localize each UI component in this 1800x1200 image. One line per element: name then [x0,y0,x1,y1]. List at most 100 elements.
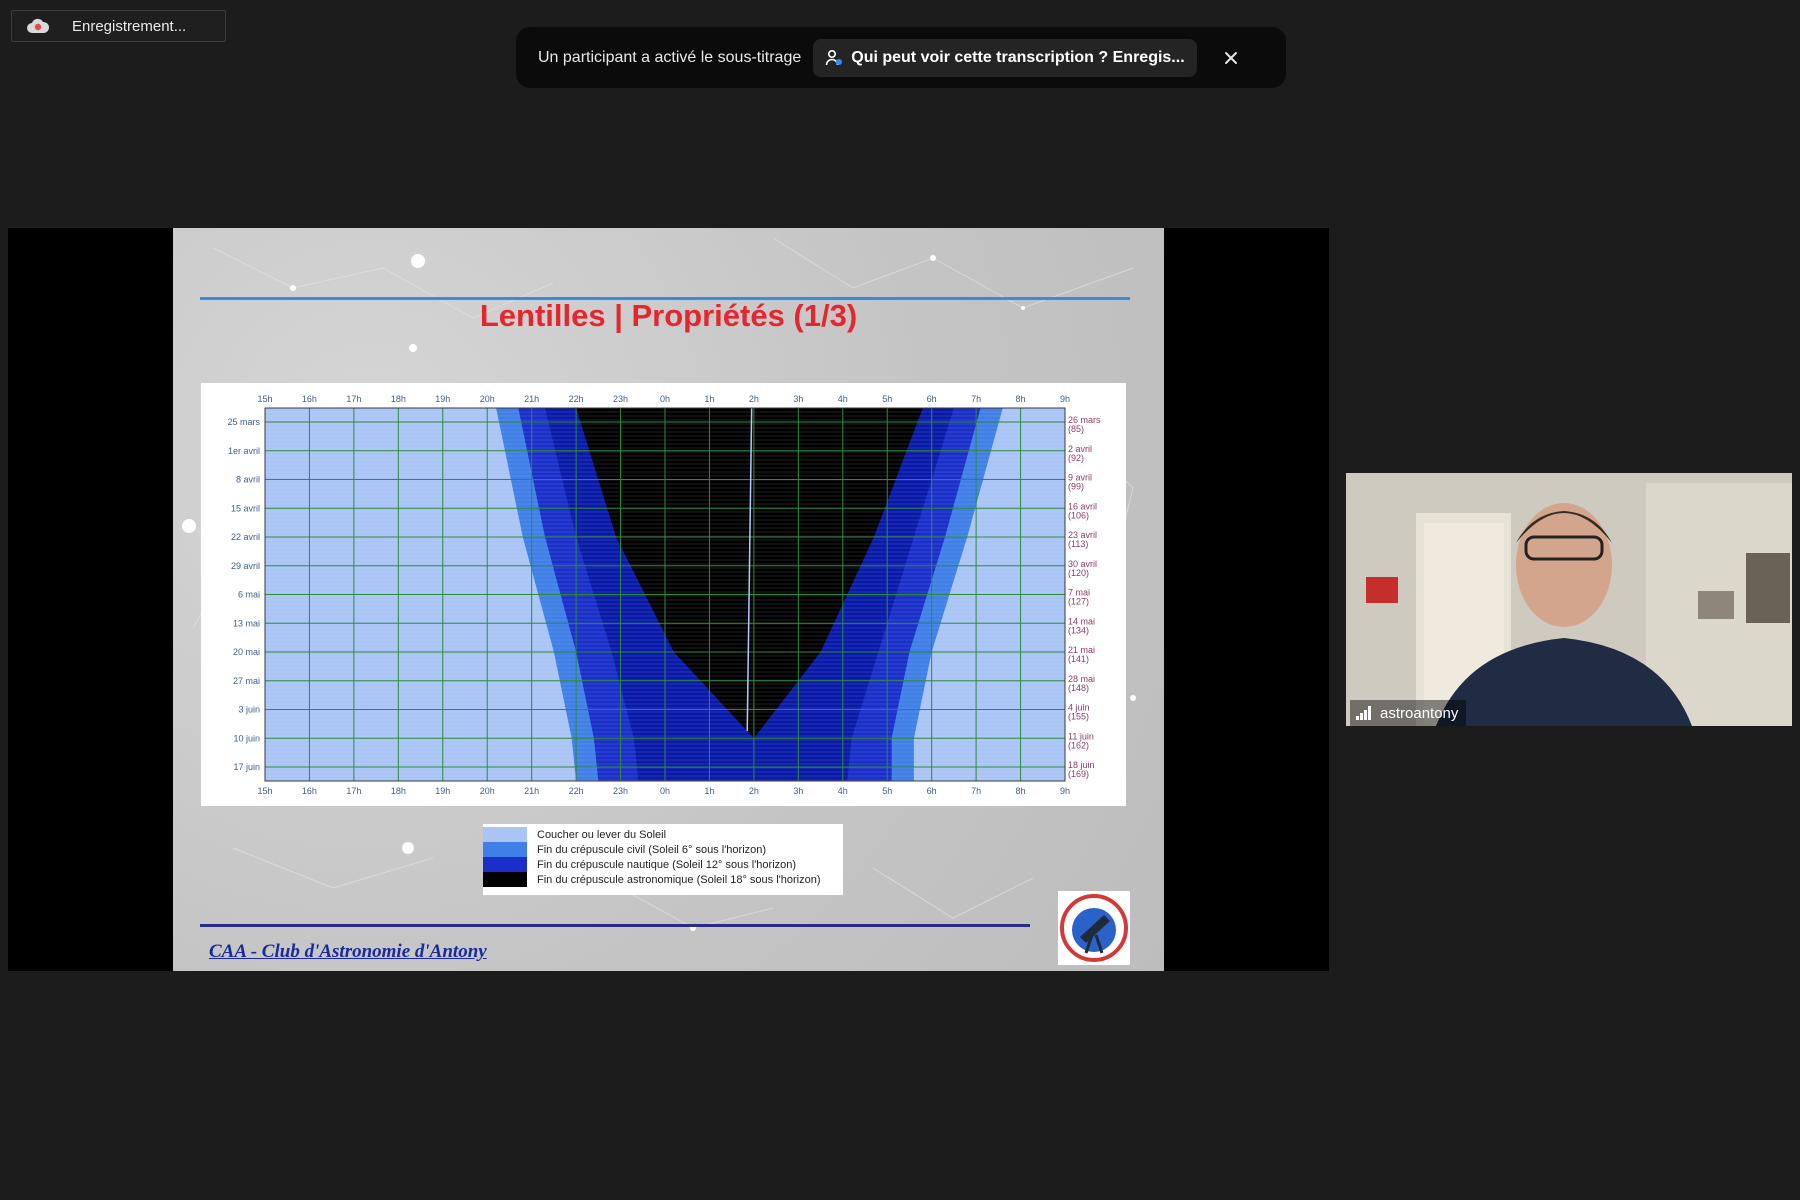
presentation-slide: Lentilles | Propriétés (1/3) 15h 16h 17h 18… [173,228,1164,971]
twilight-chart: 15h 16h 17h 18h 19h 20h 21h 22h 23h 0h 1h 2h 3h 4h 5h 6… [201,383,1126,806]
date-label-left: 25 mars [227,417,260,427]
day-number-label: (113) [1068,539,1088,549]
day-number-label: (92) [1068,453,1084,463]
hour-label-bottom: 21h [524,786,539,796]
hour-label-bottom: 6h [927,786,937,796]
hour-label-bottom: 22h [569,786,584,796]
hour-label-top: 9h [1060,394,1070,404]
participant-video-tile[interactable]: astroantony [1346,473,1792,726]
participant-name: astroantony [1380,704,1459,722]
hour-label-top: 19h [435,394,450,404]
day-number-label: (155) [1068,712,1089,722]
date-label-left: 17 juin [233,762,260,772]
club-footer-link[interactable]: CAA - Club d'Astronomie d'Antony [209,941,487,963]
footer-rule [200,924,1030,927]
date-label-left: 15 avril [231,503,260,513]
legend-swatch [483,857,527,872]
transcript-visibility-button[interactable]: Qui peut voir cette transcription ? Enre… [813,38,1197,77]
hour-label-top: 3h [793,394,803,404]
date-label-left: 1er avril [228,446,260,456]
caption-notification: Un participant a activé le sous-titrage … [516,27,1286,88]
legend-label: Fin du crépuscule civil (Soleil 6° sous … [537,843,767,856]
notification-message: Un participant a activé le sous-titrage [538,48,802,66]
hour-label-top: 18h [391,394,406,404]
day-number-label: (85) [1068,424,1084,434]
hour-label-bottom: 4h [838,786,848,796]
day-number-label: (127) [1068,597,1089,607]
day-number-label: (120) [1068,568,1089,578]
twilight-chart-svg: 15h 16h 17h 18h 19h 20h 21h 22h 23h 0h 1h 2h 3h 4h 5h 6… [227,394,1101,796]
telescope-logo-icon [1060,894,1128,962]
hour-label-top: 17h [346,394,361,404]
day-number-label: (169) [1068,769,1089,779]
date-label-left: 8 avril [236,475,260,485]
hour-label-top: 8h [1016,394,1026,404]
legend-swatch [483,827,527,842]
date-label-left: 20 mai [233,647,260,657]
hour-label-top: 5h [882,394,892,404]
date-label-left: 13 mai [233,618,260,628]
participant-video-frame [1346,473,1792,726]
hour-label-top: 6h [927,394,937,404]
hour-label-bottom: 23h [613,786,628,796]
hour-label-bottom: 5h [882,786,892,796]
hour-label-bottom: 15h [257,786,272,796]
transcript-visibility-label: Qui peut voir cette transcription ? Enre… [851,48,1185,66]
signal-strength-icon [1356,706,1371,720]
legend-item: Fin du crépuscule civil (Soleil 6° sous … [483,842,766,857]
legend-label: Fin du crépuscule nautique (Soleil 12° s… [537,858,797,871]
legend-item: Coucher ou lever du Soleil [483,827,666,842]
hour-label-top: 1h [704,394,714,404]
hour-label-bottom: 19h [435,786,450,796]
date-label-left: 3 juin [238,705,260,715]
hour-label-bottom: 17h [346,786,361,796]
hour-label-top: 0h [660,394,670,404]
hour-label-bottom: 7h [971,786,981,796]
hour-label-bottom: 2h [749,786,759,796]
date-label-left: 27 mai [233,676,260,686]
club-logo [1058,891,1130,965]
day-number-label: (134) [1068,625,1089,635]
hour-label-bottom: 9h [1060,786,1070,796]
hour-label-bottom: 20h [480,786,495,796]
day-number-label: (99) [1068,482,1084,492]
hour-label-top: 4h [838,394,848,404]
hour-label-bottom: 3h [793,786,803,796]
hour-label-bottom: 0h [660,786,670,796]
hour-label-top: 22h [569,394,584,404]
slide-title: Lentilles | Propriétés (1/3) [479,298,858,333]
date-label-left: 6 mai [238,590,260,600]
date-label-left: 22 avril [231,532,260,542]
day-number-label: (106) [1068,510,1089,520]
day-number-label: (162) [1068,740,1089,750]
close-notification-button[interactable] [1219,46,1243,70]
hour-label-bottom: 8h [1016,786,1026,796]
hour-label-bottom: 1h [704,786,714,796]
legend-swatch [483,842,527,857]
hour-label-bottom: 18h [391,786,406,796]
day-number-label: (148) [1068,683,1089,693]
hour-label-top: 23h [613,394,628,404]
hour-label-top: 16h [302,394,317,404]
shared-screen: Lentilles | Propriétés (1/3) 15h 16h 17h 18… [8,228,1329,971]
date-label-left: 29 avril [231,561,260,571]
recording-indicator[interactable]: Enregistrement... [11,10,226,42]
hour-label-top: 2h [749,394,759,404]
legend-label: Fin du crépuscule astronomique (Soleil 1… [537,873,821,886]
chart-legend: Coucher ou lever du Soleil Fin du crépus… [483,824,843,895]
legend-label: Coucher ou lever du Soleil [537,828,667,841]
legend-item: Fin du crépuscule nautique (Soleil 12° s… [483,857,796,872]
hour-label-top: 7h [971,394,981,404]
legend-swatch [483,872,527,887]
hour-label-top: 21h [524,394,539,404]
date-label-left: 10 juin [233,733,260,743]
legend-item: Fin du crépuscule astronomique (Soleil 1… [483,872,820,887]
day-number-label: (141) [1068,654,1089,664]
participant-name-badge: astroantony [1350,700,1467,726]
recording-label: Enregistrement... [72,17,187,35]
hour-label-top: 15h [257,394,272,404]
cloud-record-icon [27,18,50,33]
person-settings-icon [825,49,843,65]
hour-label-top: 20h [480,394,495,404]
close-icon [1224,51,1237,64]
